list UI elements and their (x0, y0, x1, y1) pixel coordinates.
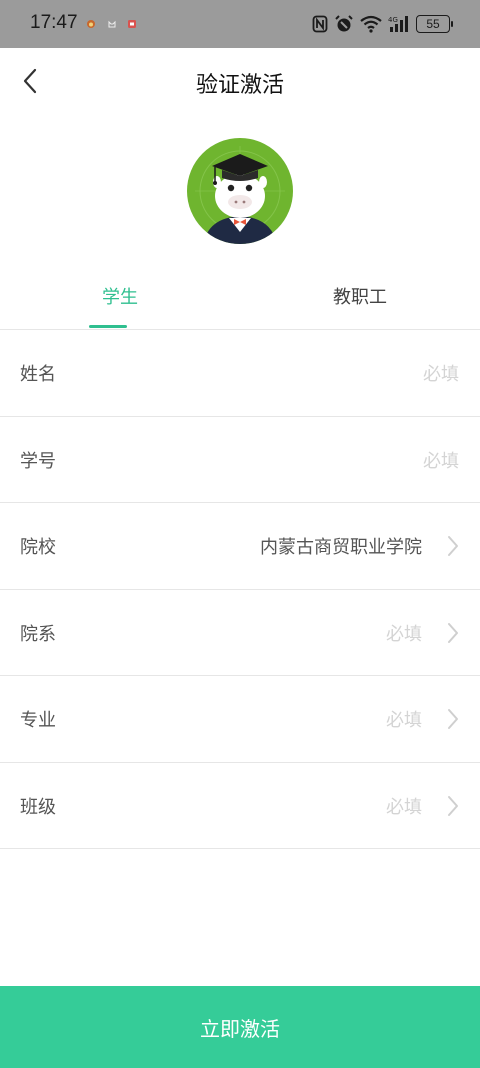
name-field[interactable]: 姓名 必填 (0, 330, 480, 417)
tab-active-indicator (89, 325, 127, 328)
weibo-icon (87, 20, 95, 28)
major-label: 专业 (20, 710, 56, 731)
department-placeholder: 必填 (386, 623, 422, 645)
page-title: 验证激活 (195, 73, 284, 98)
battery-level: 55 (426, 17, 440, 31)
status-time: 17:47 (30, 12, 78, 33)
class-placeholder: 必填 (386, 796, 422, 818)
alarm-icon (335, 15, 353, 32)
major-placeholder: 必填 (386, 710, 422, 731)
app-icon (128, 20, 136, 28)
role-tabs: 学生 教职工 (0, 262, 480, 330)
department-select[interactable]: 院系 必填 (0, 590, 480, 676)
status-icons: 4G 55 (312, 12, 453, 36)
student-id-placeholder: 必填 (423, 450, 459, 472)
chevron-right-icon (448, 795, 458, 816)
student-id-field[interactable]: 学号 必填 (0, 417, 480, 503)
name-placeholder: 必填 (423, 364, 459, 385)
tab-student[interactable]: 学生 (0, 262, 240, 330)
school-select[interactable]: 院校 内蒙古商贸职业学院 (0, 503, 480, 590)
signal-4g-icon: 4G (388, 16, 408, 32)
name-label: 姓名 (20, 364, 56, 385)
school-value: 内蒙古商贸职业学院 (260, 537, 422, 558)
student-id-label: 学号 (20, 450, 56, 472)
department-label: 院系 (20, 623, 56, 645)
status-bar: 17:47 4G 55 (0, 0, 480, 48)
wifi-icon (360, 15, 382, 33)
svg-text:4G: 4G (388, 16, 398, 24)
header: 验证激活 (0, 48, 480, 114)
battery-icon: 55 (416, 15, 453, 33)
chevron-right-icon (448, 622, 458, 643)
activation-form: 姓名 必填 学号 必填 院校 内蒙古商贸职业学院 院系 必填 专业 必填 班级 … (0, 330, 480, 849)
major-select[interactable]: 专业 必填 (0, 676, 480, 763)
class-select[interactable]: 班级 必填 (0, 763, 480, 849)
nfc-icon (312, 15, 328, 33)
tab-staff[interactable]: 教职工 (240, 262, 480, 330)
school-label: 院校 (20, 537, 56, 558)
class-label: 班级 (20, 796, 56, 818)
graduate-mascot-avatar (187, 138, 293, 244)
chevron-right-icon (448, 709, 458, 729)
cat-icon (108, 20, 116, 28)
activate-button[interactable]: 立即激活 (0, 986, 480, 1068)
chevron-right-icon (448, 536, 458, 556)
